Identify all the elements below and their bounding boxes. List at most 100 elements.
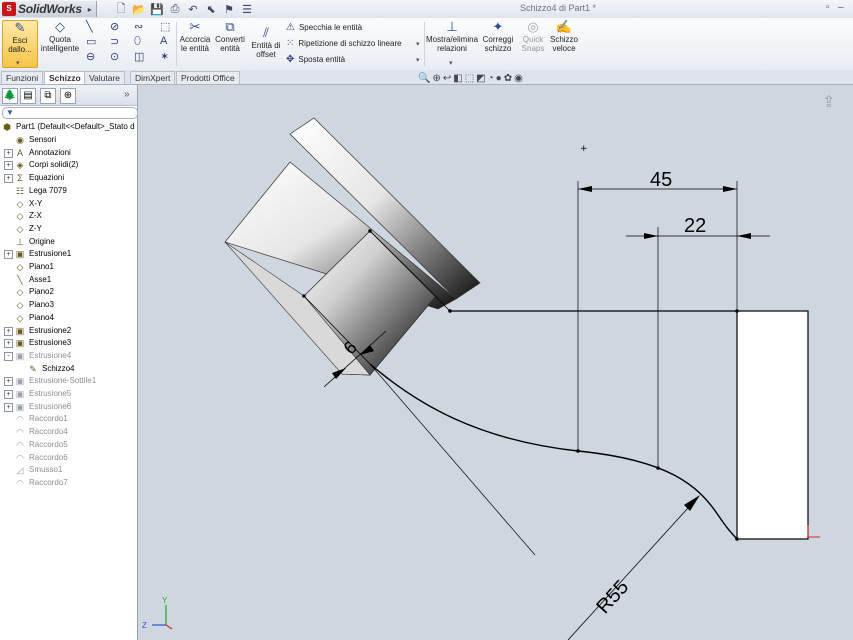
solidworks-menu-button[interactable]: S SolidWorks ▸	[2, 1, 97, 17]
tree-item[interactable]: + ▣ Estrusione5	[0, 388, 137, 400]
expand-toggle-icon[interactable]: +	[4, 250, 13, 260]
tree-item[interactable]: + ▣ Estrusione2	[0, 325, 137, 337]
sketch-canvas[interactable]: 45 22 6 R55 + ⇪ Y Z	[138, 85, 853, 640]
sketch-point[interactable]	[735, 309, 739, 313]
expand-toggle-icon[interactable]: +	[4, 339, 13, 349]
tree-filter-input[interactable]: ▼	[2, 107, 138, 119]
tab-funzioni[interactable]: Funzioni	[1, 71, 44, 84]
open-icon[interactable]: 📂	[130, 3, 148, 16]
print-icon[interactable]: ⎙	[166, 3, 184, 16]
tree-item[interactable]: + Σ Equazioni	[0, 172, 137, 184]
options-icon[interactable]: ☰	[238, 3, 256, 16]
expand-toggle-icon[interactable]: +	[4, 402, 13, 412]
display-relations-button[interactable]: ⊥ Mostra/elimina relazioni	[426, 20, 478, 54]
rebuild-icon[interactable]: ⚑	[220, 3, 238, 16]
sketch-point[interactable]	[576, 449, 580, 453]
dim-22-label[interactable]: 22	[684, 215, 706, 237]
tree-item[interactable]: ◿ Smusso1	[0, 464, 137, 476]
previous-view-icon[interactable]: ↩	[443, 73, 451, 84]
property-manager-tab-icon[interactable]: ▤	[20, 88, 36, 104]
sketch-point[interactable]	[448, 309, 452, 313]
help-icon[interactable]: ▫	[826, 2, 830, 13]
tab-prodotti-office[interactable]: Prodotti Office	[176, 71, 240, 84]
expand-toggle-icon[interactable]: +	[4, 377, 13, 387]
configuration-tab-icon[interactable]: ⧉	[40, 88, 56, 104]
tree-item[interactable]: ◇ Piano1	[0, 261, 137, 273]
relations-dropdown-icon[interactable]: ▾	[449, 59, 453, 67]
edit-appearance-icon[interactable]: ●	[496, 73, 502, 84]
section-view-icon[interactable]: ◧	[453, 73, 462, 84]
convert-entities-button[interactable]: ⧉ Converti entità	[214, 20, 246, 54]
apply-scene-icon[interactable]: ✿	[504, 73, 512, 84]
sketch-point[interactable]	[368, 229, 372, 233]
view-settings-icon[interactable]: ◉	[514, 73, 523, 84]
tree-item[interactable]: + ▣ Estrusione-Sottile1	[0, 375, 137, 387]
feature-tree-tab-icon[interactable]: 🌲	[2, 88, 18, 104]
trim-entities-button[interactable]: ✂ Accorcia le entità	[178, 20, 212, 54]
undo-icon[interactable]: ↶	[184, 3, 202, 16]
move-dropdown-icon[interactable]: ▾	[416, 56, 420, 64]
line-icon[interactable]: ╲	[86, 20, 93, 33]
tree-item[interactable]: ◇ X-Y	[0, 198, 137, 210]
zoom-fit-icon[interactable]: 🔍	[418, 73, 430, 84]
arc-icon[interactable]: ⊃	[110, 35, 119, 48]
sketch-point[interactable]	[656, 466, 660, 470]
graphics-area[interactable]: 45 22 6 R55 + ⇪ Y Z	[138, 85, 853, 640]
select-icon[interactable]: ⬉	[202, 3, 220, 16]
view-orientation-icon[interactable]: ⬚	[465, 73, 474, 84]
rectangle-icon[interactable]: ▭	[86, 35, 96, 48]
tree-root[interactable]: ⬢ Part1 (Default<<Default>_Stato d	[0, 121, 137, 133]
tree-item[interactable]: ◇ Z-Y	[0, 223, 137, 235]
tree-item[interactable]: ◇ Piano2	[0, 286, 137, 298]
text-tool-icon[interactable]: A	[160, 35, 167, 47]
display-style-icon[interactable]: ◩	[476, 73, 485, 84]
expand-toggle-icon[interactable]: +	[4, 390, 13, 399]
expand-toggle-icon[interactable]: +	[4, 326, 13, 336]
centerline-icon[interactable]: ✶	[160, 50, 169, 63]
new-document-icon[interactable]: 🗋	[112, 0, 130, 19]
tab-valutare[interactable]: Valutare	[84, 71, 126, 84]
rapid-sketch-button[interactable]: ✍ Schizzo veloce	[548, 20, 580, 54]
dimxpert-tab-icon[interactable]: ⊕	[60, 88, 76, 104]
tree-item[interactable]: + ▣ Estrusione6	[0, 401, 137, 413]
tree-item[interactable]: ╲ Asse1	[0, 274, 137, 286]
circle-icon[interactable]: ⊘	[110, 20, 119, 33]
tree-item[interactable]: + ◈ Corpi solidi(2)	[0, 159, 137, 171]
tree-item[interactable]: ◇ Piano4	[0, 312, 137, 324]
tree-item[interactable]: ◠ Raccordo5	[0, 439, 137, 451]
smart-dimension-button[interactable]: ◇ Quota intelligente	[40, 20, 80, 54]
tab-schizzo[interactable]: Schizzo	[44, 71, 86, 84]
dim-45-label[interactable]: 45	[650, 169, 672, 191]
exit-sketch-button[interactable]: ✎ Esci dallo...	[2, 20, 38, 68]
tree-item[interactable]: ◠ Raccordo6	[0, 452, 137, 464]
minimize-icon[interactable]: –	[838, 2, 844, 13]
expand-panel-icon[interactable]: »	[124, 89, 130, 100]
tree-item[interactable]: ☷ Lega 7079	[0, 185, 137, 197]
tree-item[interactable]: + ▣ Estrusione1	[0, 248, 137, 260]
spline-icon[interactable]: ∾	[134, 20, 143, 33]
tree-item[interactable]: ◠ Raccordo7	[0, 477, 137, 489]
exit-dropdown-icon[interactable]: ▾	[16, 59, 20, 67]
linear-pattern-button[interactable]: ⁙ Ripetizione di schizzo lineare	[286, 38, 402, 49]
expand-toggle-icon[interactable]: +	[4, 161, 13, 171]
mirror-entities-button[interactable]: ⚠ Specchia le entità	[286, 22, 362, 33]
slot-icon[interactable]: ⊖	[86, 50, 95, 63]
tree-item[interactable]: - ▣ Estrusione4	[0, 350, 137, 362]
radius-label[interactable]: R55	[592, 576, 633, 618]
pattern-dropdown-icon[interactable]: ▾	[416, 40, 420, 48]
offset-entities-button[interactable]: ⫽ Entità di offset	[250, 26, 282, 60]
move-entities-button[interactable]: ✥ Sposta entità	[286, 54, 345, 65]
tree-item[interactable]: ◠ Raccordo4	[0, 426, 137, 438]
tree-item[interactable]: ✎ Schizzo4	[0, 363, 137, 375]
hide-show-icon[interactable]: ◔	[488, 73, 494, 84]
tree-item[interactable]: ◇ Z-X	[0, 210, 137, 222]
quick-snaps-button[interactable]: ◎ Quick Snaps	[518, 20, 548, 54]
tree-item[interactable]: ⊥ Origine	[0, 236, 137, 248]
tree-item[interactable]: ◉ Sensori	[0, 134, 137, 146]
confirmation-corner-icon[interactable]: ⇪	[822, 92, 835, 111]
tree-item[interactable]: + A Annotazioni	[0, 147, 137, 159]
expand-toggle-icon[interactable]: +	[4, 174, 13, 184]
expand-toggle-icon[interactable]: +	[4, 148, 13, 158]
sketch-point[interactable]	[302, 294, 306, 298]
save-icon[interactable]: 💾	[148, 3, 166, 16]
